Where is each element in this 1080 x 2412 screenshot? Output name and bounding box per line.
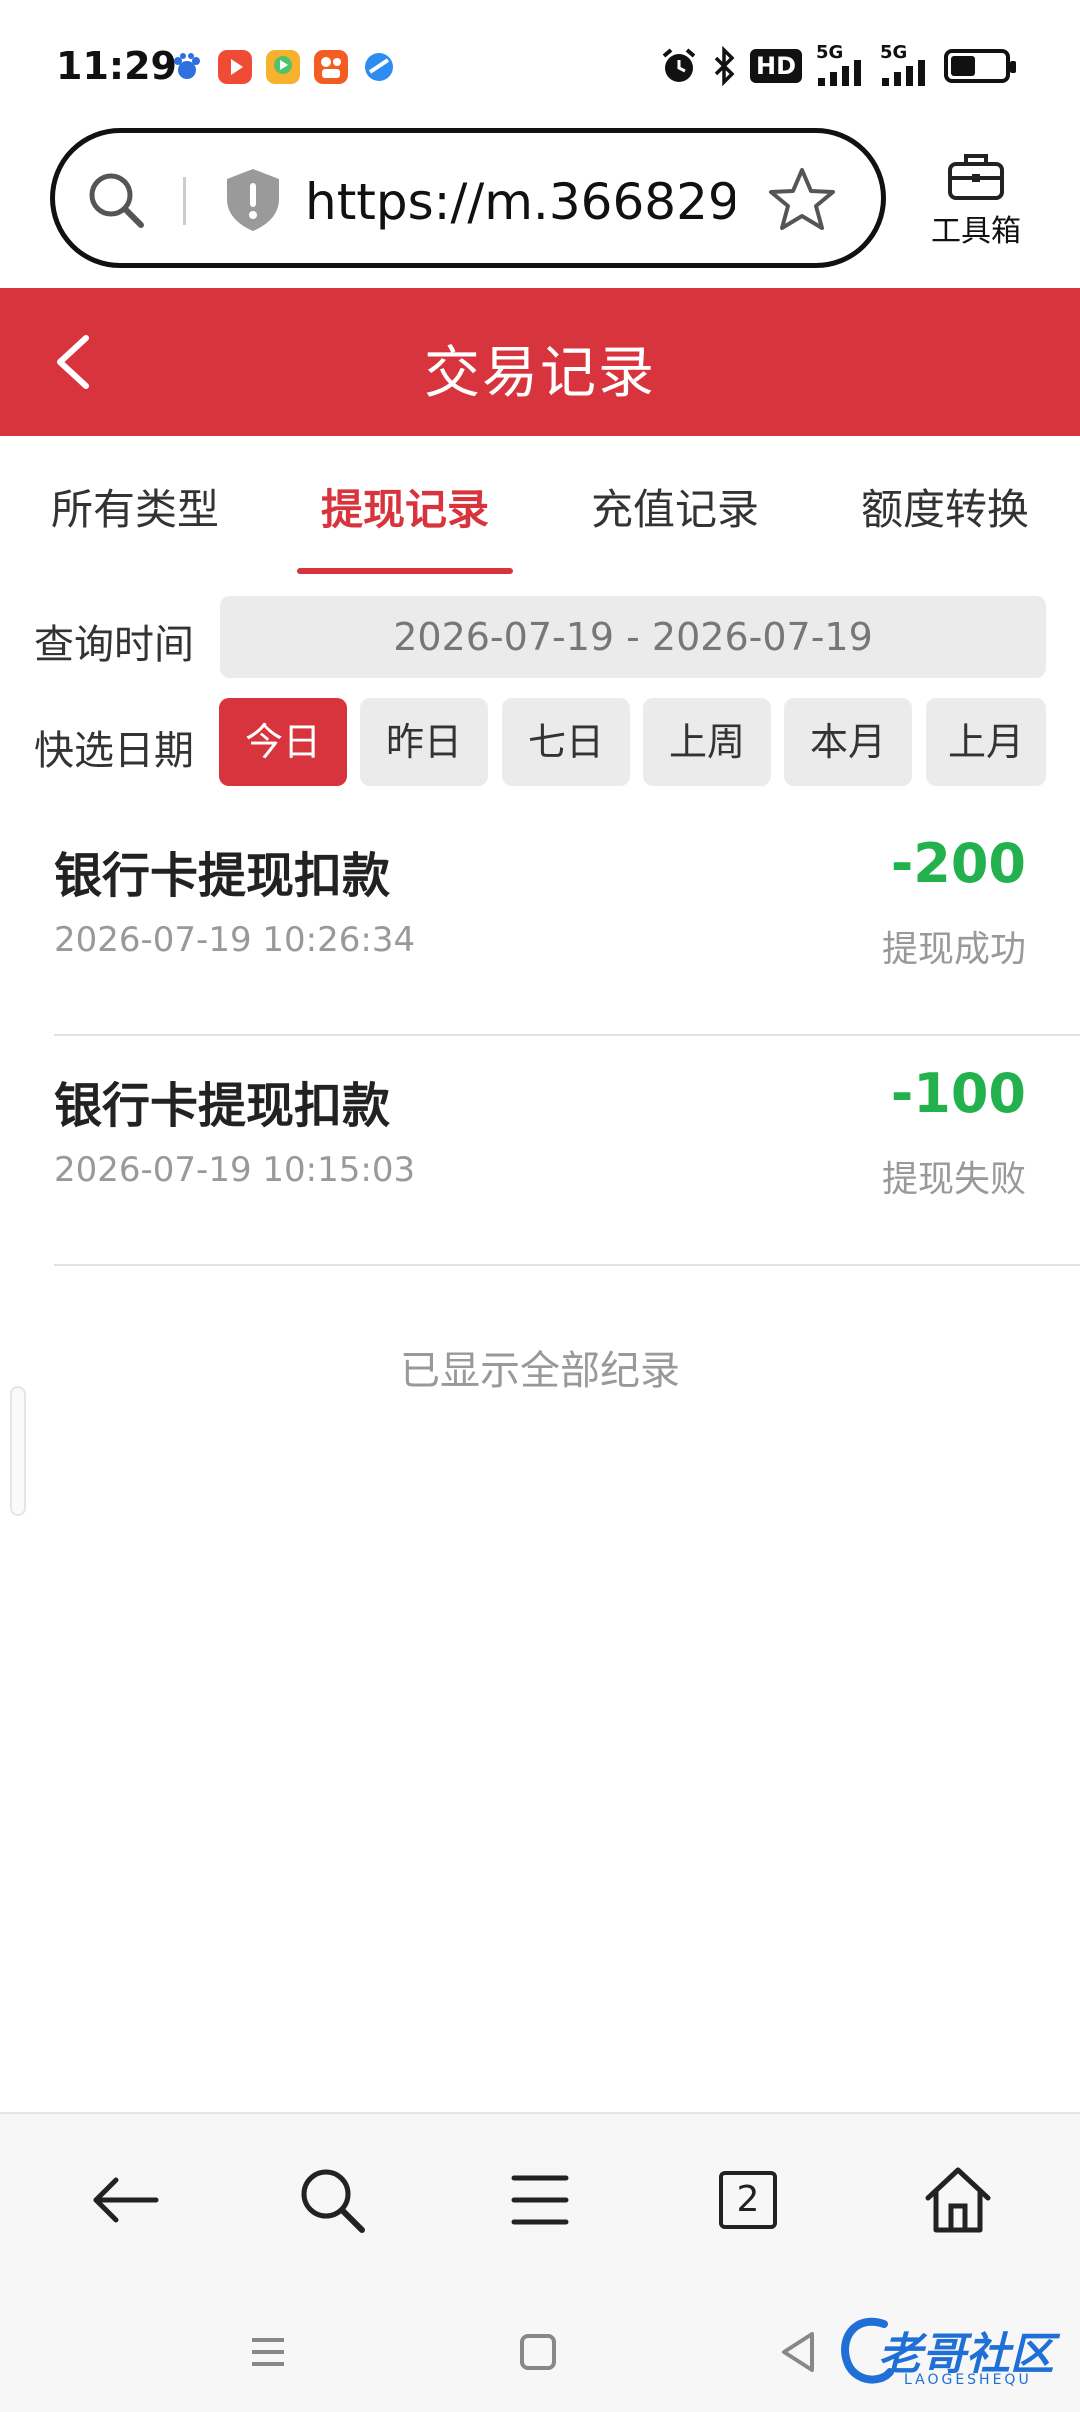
notification-icons: [170, 50, 396, 84]
page-title: 交易记录: [424, 341, 656, 406]
tab-all-types[interactable]: 所有类型: [35, 476, 235, 537]
quick-date-yesterday[interactable]: 昨日: [360, 698, 488, 786]
watermark-logo: 老哥社区 LAOGESHEQU: [834, 2306, 1064, 2396]
app-screen: 11:29 HD 5G 5G https://m.366829 工具箱 交易记录…: [0, 0, 1080, 2412]
search-icon[interactable]: [85, 169, 147, 231]
hd-icon: HD: [749, 49, 802, 83]
toolbox-label: 工具箱: [931, 214, 1021, 249]
bluetooth-icon: [714, 46, 735, 86]
record-amount: -200: [890, 832, 1026, 895]
address-bar[interactable]: https://m.366829....: [50, 128, 886, 268]
home-square-icon[interactable]: [508, 2322, 568, 2382]
system-status-icons: HD 5G 5G: [660, 44, 1016, 86]
list-item[interactable]: 银行卡提现扣款 2026-07-19 10:26:34 -200 提现成功: [0, 806, 1080, 1036]
active-tab-indicator: [297, 568, 513, 574]
address-divider: [183, 177, 186, 225]
end-of-list-text: 已显示全部纪录: [400, 1348, 680, 1394]
scroll-handle[interactable]: [10, 1386, 26, 1516]
record-status: 提现成功: [881, 929, 1026, 970]
menu-icon[interactable]: [500, 2160, 580, 2240]
divider: [54, 1264, 1080, 1266]
record-time: 2026-07-19 10:15:03: [54, 1150, 416, 1190]
record-type-tabs: 所有类型 提现记录 充值记录 额度转换: [0, 436, 1080, 578]
record-title: 银行卡提现扣款: [54, 848, 391, 904]
quick-date-last-month[interactable]: 上月: [926, 698, 1046, 786]
record-status: 提现失败: [881, 1159, 1026, 1200]
tab-credit-transfer[interactable]: 额度转换: [845, 476, 1045, 537]
tab-count: 2: [719, 2171, 777, 2229]
tab-deposit-records[interactable]: 充值记录: [575, 476, 775, 537]
record-amount: -100: [890, 1062, 1026, 1125]
quick-date-last-week[interactable]: 上周: [643, 698, 771, 786]
bookmark-star-icon[interactable]: [767, 165, 837, 235]
video-player-app-icon: [266, 50, 300, 84]
record-time: 2026-07-19 10:26:34: [54, 920, 416, 960]
search-icon[interactable]: [292, 2160, 372, 2240]
query-time-label: 查询时间: [34, 622, 194, 668]
toolbox-icon: [948, 154, 1004, 200]
signal-5g-icon-2: 5G: [880, 44, 930, 86]
security-warning-icon[interactable]: [223, 167, 283, 233]
baidu-app-icon: [174, 53, 200, 79]
home-icon[interactable]: [918, 2160, 998, 2240]
tab-withdrawal-records[interactable]: 提现记录: [305, 476, 505, 537]
quick-date-seven-days[interactable]: 七日: [502, 698, 630, 786]
url-text[interactable]: https://m.366829....: [305, 173, 735, 231]
watermark-subtext: LAOGESHEQU: [904, 2372, 1032, 2388]
back-icon[interactable]: [84, 2160, 164, 2240]
browser-toolbar: https://m.366829.... 工具箱: [0, 120, 1080, 288]
browser-app-icon: [365, 53, 393, 81]
record-title: 银行卡提现扣款: [54, 1078, 391, 1134]
recent-apps-icon[interactable]: [238, 2322, 298, 2382]
status-bar: 11:29 HD 5G 5G: [0, 0, 1080, 120]
video-app-icon: [218, 50, 252, 84]
date-range-picker[interactable]: 2026-07-19 - 2026-07-19: [220, 596, 1046, 678]
signal-5g-icon: 5G: [816, 44, 866, 86]
alarm-icon: [662, 48, 696, 82]
quick-date-today[interactable]: 今日: [219, 698, 347, 786]
list-item[interactable]: 银行卡提现扣款 2026-07-19 10:15:03 -100 提现失败: [0, 1036, 1080, 1266]
kuaishou-app-icon: [314, 50, 348, 84]
quick-date-label: 快选日期: [34, 728, 194, 774]
browser-bottom-nav: 2: [0, 2112, 1080, 2282]
toolbox-button[interactable]: 工具箱: [906, 150, 1046, 270]
back-triangle-icon[interactable]: [770, 2322, 830, 2382]
tabs-button[interactable]: 2: [708, 2160, 788, 2240]
page-header: 交易记录: [0, 288, 1080, 436]
battery-icon: [944, 49, 1016, 83]
status-time: 11:29: [56, 44, 177, 88]
quick-date-this-month[interactable]: 本月: [784, 698, 912, 786]
